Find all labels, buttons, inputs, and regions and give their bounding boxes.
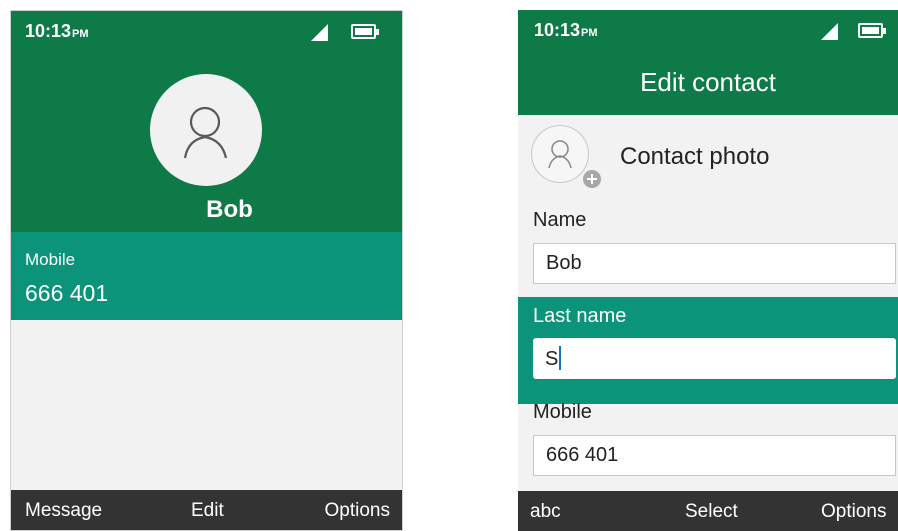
signal-icon (821, 23, 838, 40)
message-softkey[interactable]: Message (25, 500, 102, 522)
battery-tip (883, 28, 886, 34)
name-field[interactable]: Bob (533, 243, 896, 284)
mobile-row[interactable]: Mobile 666 401 (11, 232, 402, 320)
status-time: 10:13PM (25, 21, 89, 41)
last-name-label: Last name (533, 305, 627, 327)
contact-avatar (150, 74, 262, 186)
signal-icon (311, 24, 328, 41)
person-icon (548, 140, 572, 169)
mobile-field[interactable]: 666 401 (533, 435, 896, 476)
battery-icon (351, 24, 376, 39)
options-softkey[interactable]: Options (325, 500, 390, 522)
status-bar: 10:13PM (518, 10, 898, 50)
add-photo-icon[interactable] (581, 168, 603, 190)
softkey-bar: abc Select Options (518, 491, 898, 531)
options-softkey[interactable]: Options (821, 501, 886, 523)
edit-contact-screen: 10:13PM Edit contact Contact photo Name … (518, 10, 898, 531)
last-name-row: Last name S (518, 297, 898, 404)
contact-photo-label: Contact photo (620, 143, 770, 170)
last-name-field[interactable]: S (533, 338, 896, 379)
mobile-label: Mobile (533, 401, 592, 423)
input-mode-softkey[interactable]: abc (530, 501, 561, 523)
mobile-number: 666 401 (25, 280, 109, 306)
contact-photo-avatar[interactable] (531, 125, 589, 183)
mobile-label: Mobile (25, 250, 76, 269)
status-bar: 10:13PM (11, 11, 402, 51)
page-title: Edit contact (640, 67, 776, 97)
text-cursor (559, 346, 562, 370)
person-icon (183, 106, 228, 159)
battery-icon (858, 23, 883, 38)
softkey-bar: Message Edit Options (11, 490, 402, 530)
status-time: 10:13PM (534, 20, 598, 40)
contact-name: Bob (206, 196, 253, 223)
edit-softkey[interactable]: Edit (191, 500, 224, 522)
contact-header: 10:13PM Bob (11, 11, 402, 232)
edit-header: 10:13PM Edit contact (518, 10, 898, 115)
last-name-value: S (545, 348, 559, 370)
contact-details-screen: 10:13PM Bob Mobile 666 401 Message Edit … (10, 10, 403, 531)
select-softkey[interactable]: Select (685, 501, 738, 523)
name-label: Name (533, 209, 587, 231)
battery-tip (376, 29, 379, 35)
